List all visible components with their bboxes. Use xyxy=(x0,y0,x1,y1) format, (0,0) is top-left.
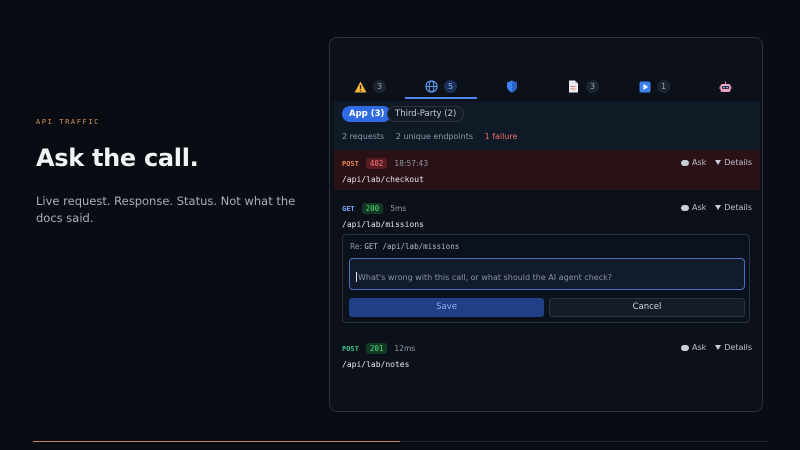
request-path: /api/lab/checkout xyxy=(342,175,424,184)
tab-agent[interactable] xyxy=(689,74,761,99)
document-icon xyxy=(567,80,580,93)
shield-icon xyxy=(506,80,519,93)
robot-icon xyxy=(719,80,732,93)
filter-third-party-chip[interactable]: Third-Party (2) xyxy=(387,106,465,122)
caret-down-icon xyxy=(715,345,722,350)
ask-panel: Re: GET /api/lab/missions What's wrong w… xyxy=(342,234,750,323)
tab-warnings[interactable]: 3 xyxy=(334,74,406,99)
globe-icon xyxy=(425,80,438,93)
request-path: /api/lab/missions xyxy=(342,220,424,229)
status-badge: 402 xyxy=(365,158,388,169)
play-icon xyxy=(638,80,651,93)
details-button[interactable]: Details xyxy=(715,158,752,167)
tab-security[interactable] xyxy=(476,74,548,99)
request-duration: 5ms xyxy=(390,204,407,213)
chat-bubble-icon xyxy=(680,344,689,351)
ask-context: Re: GET /api/lab/missions xyxy=(350,242,459,251)
request-time: 18:57:43 xyxy=(394,159,429,168)
tab-count: 3 xyxy=(586,80,599,93)
status-badge: 200 xyxy=(361,203,384,214)
request-method: GET xyxy=(342,204,355,213)
chat-bubble-icon xyxy=(680,204,689,211)
ask-label: Ask xyxy=(691,203,707,212)
warning-icon xyxy=(354,80,367,93)
request-count: 2 requests xyxy=(342,132,385,141)
section-eyebrow: API TRAFFIC xyxy=(36,118,100,126)
save-button[interactable]: Save xyxy=(349,298,544,317)
tab-count: 3 xyxy=(373,80,386,93)
tab-logs[interactable]: 3 xyxy=(547,74,619,99)
text-caret xyxy=(356,272,357,282)
ask-label: Ask xyxy=(691,158,707,167)
devtools-panel: 3 5 3 1 App (3) Third-Party (2) 2 reques… xyxy=(329,37,763,412)
slide-progress-fill xyxy=(33,441,400,442)
filter-app-chip[interactable]: App (3) xyxy=(342,106,392,122)
tab-count: 1 xyxy=(657,80,670,93)
request-row[interactable]: GET 200 5ms /api/lab/missions Ask Detail… xyxy=(334,195,760,233)
failure-count: 1 failure xyxy=(484,132,518,141)
ask-label: Ask xyxy=(691,343,707,352)
ask-prefix: Re: xyxy=(350,242,365,251)
request-path: /api/lab/notes xyxy=(342,360,410,369)
ask-target: GET /api/lab/missions xyxy=(364,242,460,251)
ask-button[interactable]: Ask xyxy=(680,203,707,212)
request-method: POST xyxy=(342,344,359,353)
slide-progress xyxy=(33,441,767,442)
traffic-summary: 2 requests 2 unique endpoints 1 failure xyxy=(342,132,526,141)
hero-title: Ask the call. xyxy=(36,144,199,172)
ask-placeholder: What's wrong with this call, or what sho… xyxy=(358,273,612,282)
caret-down-icon xyxy=(715,160,722,165)
tab-network[interactable]: 5 xyxy=(405,74,477,99)
ask-button[interactable]: Ask xyxy=(680,343,707,352)
caret-down-icon xyxy=(715,205,722,210)
details-button[interactable]: Details xyxy=(715,343,752,352)
request-method: POST xyxy=(342,159,359,168)
request-row[interactable]: POST 201 12ms /api/lab/notes Ask Details xyxy=(334,335,760,373)
ask-button[interactable]: Ask xyxy=(680,158,707,167)
hero-subtitle: Live request. Response. Status. Not what… xyxy=(36,194,296,225)
tab-bar: 3 5 3 1 xyxy=(334,74,760,99)
request-row[interactable]: POST 402 18:57:43 /api/lab/checkout Ask … xyxy=(334,150,760,190)
tab-count: 5 xyxy=(444,80,457,93)
cancel-button[interactable]: Cancel xyxy=(549,298,745,317)
details-button[interactable]: Details xyxy=(715,203,752,212)
ask-question-input[interactable]: What's wrong with this call, or what sho… xyxy=(349,258,745,290)
filter-bar: App (3) Third-Party (2) 2 requests 2 uni… xyxy=(334,101,760,153)
request-duration: 12ms xyxy=(394,344,416,353)
chat-bubble-icon xyxy=(680,159,689,166)
details-label: Details xyxy=(724,158,752,167)
details-label: Details xyxy=(724,203,752,212)
tab-recordings[interactable]: 1 xyxy=(618,74,690,99)
endpoint-count: 2 unique endpoints xyxy=(395,132,474,141)
status-badge: 201 xyxy=(365,343,388,354)
details-label: Details xyxy=(724,343,752,352)
